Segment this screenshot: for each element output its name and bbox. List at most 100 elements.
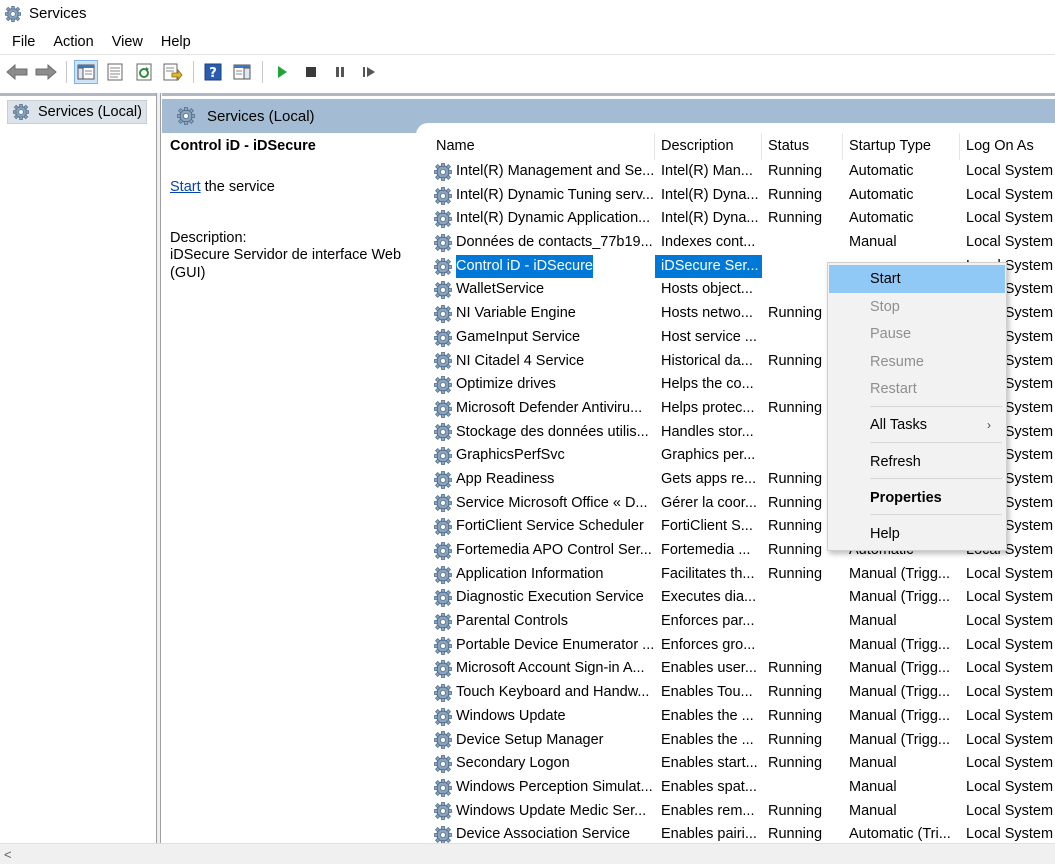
table-row[interactable]: Secondary Logon Enables start... Running Ma… (430, 752, 1055, 776)
column-header-description[interactable]: Description (655, 132, 762, 160)
menu-file[interactable]: File (6, 34, 41, 50)
context-menu-all-tasks[interactable]: All Tasks › (829, 411, 1005, 439)
table-row[interactable]: Microsoft Account Sign-in A... Enables us… (430, 657, 1055, 681)
context-menu-start[interactable]: Start (829, 265, 1005, 293)
table-row[interactable]: Device Setup Manager Enables the ... Runni… (430, 729, 1055, 753)
cell-logon: Local System (966, 778, 1054, 795)
table-row[interactable]: Données de contacts_77b19... Indexes cont… (430, 231, 1055, 255)
cell-desc: Gets apps re... (661, 470, 757, 487)
cell-desc: iDSecure Ser... (655, 254, 762, 279)
start-service-link[interactable]: Start (170, 179, 201, 195)
title-bar: Services (0, 0, 1055, 27)
service-gear-icon (434, 707, 452, 726)
description-label: Description: (170, 230, 247, 246)
service-gear-icon (434, 778, 452, 797)
table-row[interactable]: Application Information Facilitates th...… (430, 563, 1055, 587)
pane-splitter[interactable] (156, 93, 161, 843)
menu-action[interactable]: Action (47, 34, 99, 50)
cell-name: Parental Controls (430, 610, 655, 634)
forward-button[interactable] (34, 60, 58, 84)
svg-text:?: ? (209, 66, 217, 81)
properties-toolbar-button[interactable] (103, 60, 127, 84)
cell-logon: Local System (966, 636, 1054, 653)
context-menu-pause[interactable]: Pause (829, 320, 1005, 348)
tree-node-services-local[interactable]: Services (Local) (7, 100, 147, 124)
cell-startup: Manual (Trigg... (849, 565, 950, 582)
service-gear-icon (434, 257, 452, 276)
table-row[interactable]: Parental Controls Enforces par... Manual Lo… (430, 610, 1055, 634)
service-gear-icon (434, 518, 452, 537)
show-hide-console-tree-button[interactable] (74, 59, 98, 84)
menu-help[interactable]: Help (155, 34, 197, 50)
table-row[interactable]: Portable Device Enumerator ... Enforces g… (430, 634, 1055, 658)
cell-status (762, 634, 843, 658)
cell-name: Secondary Logon (430, 752, 655, 776)
cell-name: Intel(R) Dynamic Application... (430, 207, 655, 231)
service-gear-icon (434, 589, 452, 608)
service-gear-icon (434, 281, 452, 300)
cell-startup: Manual (Trigg... (849, 731, 950, 748)
cell-logon: Local System (966, 589, 1054, 606)
cell-startup: Manual (Trigg... (849, 684, 950, 701)
cell-status (762, 776, 843, 800)
column-header-status[interactable]: Status (762, 132, 843, 160)
table-header: Name Description Status Startup Type Log… (430, 132, 1055, 160)
cell-status: Running (768, 755, 823, 772)
service-name-text: Control iD - iDSecure (456, 254, 593, 279)
cell-logon: Local System (966, 210, 1054, 227)
cell-name: Device Setup Manager (430, 729, 655, 753)
services-gear-icon (4, 5, 22, 22)
table-row[interactable]: Intel(R) Dynamic Tuning serv... Intel(R) … (430, 184, 1055, 208)
table-row[interactable]: Windows Update Enables the ... Running Manu… (430, 705, 1055, 729)
cell-status: Running (768, 802, 823, 819)
start-service-suffix: the service (200, 179, 275, 195)
window-title: Services (29, 5, 87, 22)
horizontal-scrollbar[interactable]: < (0, 843, 1055, 864)
column-header-log-on-as[interactable]: Log On As (960, 133, 1055, 160)
service-name-text: Fortemedia APO Control Ser... (456, 542, 652, 558)
help-toolbar-button[interactable]: ? (201, 60, 225, 84)
service-gear-icon (434, 612, 452, 631)
stop-service-button[interactable] (299, 60, 323, 84)
start-service-line: Start the service (170, 179, 420, 195)
context-menu-properties[interactable]: Properties (829, 484, 1005, 512)
console-tree-pane: Services (Local) (0, 93, 160, 843)
cell-status: Running (768, 684, 823, 701)
back-button[interactable] (5, 60, 29, 84)
table-row[interactable]: Windows Perception Simulat... Enables spa… (430, 776, 1055, 800)
action-pane-icon (233, 64, 251, 79)
cell-desc: Executes dia... (661, 589, 757, 606)
cell-desc: Hosts object... (661, 281, 753, 298)
column-header-name[interactable]: Name (430, 132, 655, 160)
context-menu-help[interactable]: Help (829, 520, 1005, 548)
details-header-label: Services (Local) (207, 107, 315, 125)
pause-service-button[interactable] (328, 60, 352, 84)
context-menu-resume[interactable]: Resume (829, 348, 1005, 376)
cell-logon: Local System (966, 660, 1054, 677)
cell-desc: Enables the ... (661, 707, 754, 724)
export-list-button[interactable] (161, 60, 185, 84)
context-menu-stop[interactable]: Stop (829, 293, 1005, 321)
show-action-pane-button[interactable] (230, 60, 254, 84)
menu-view[interactable]: View (106, 34, 149, 50)
cell-status: Running (768, 707, 823, 724)
context-menu-refresh[interactable]: Refresh (829, 448, 1005, 476)
table-row[interactable]: Intel(R) Dynamic Application... Intel(R) … (430, 207, 1055, 231)
cell-desc: Enables user... (661, 660, 757, 677)
start-service-button[interactable] (270, 60, 294, 84)
service-name-text: Touch Keyboard and Handw... (456, 684, 650, 701)
restart-service-button[interactable] (357, 60, 381, 84)
service-name-text: GameInput Service (456, 328, 581, 345)
cell-name: Windows Perception Simulat... (430, 776, 655, 800)
context-menu-restart[interactable]: Restart (829, 375, 1005, 403)
table-row[interactable]: Diagnostic Execution Service Executes dia… (430, 586, 1055, 610)
service-name-text: NI Variable Engine (456, 305, 576, 322)
scroll-left-icon[interactable]: < (4, 844, 12, 864)
service-gear-icon (434, 447, 452, 466)
refresh-toolbar-button[interactable] (132, 60, 156, 84)
cell-name: Touch Keyboard and Handw... (430, 681, 655, 705)
table-row[interactable]: Windows Update Medic Ser... Enables rem..… (430, 800, 1055, 824)
table-row[interactable]: Touch Keyboard and Handw... Enables Tou..… (430, 681, 1055, 705)
column-header-startup-type[interactable]: Startup Type (843, 132, 960, 160)
table-row[interactable]: Intel(R) Management and Se... Intel(R) Ma… (430, 160, 1055, 184)
